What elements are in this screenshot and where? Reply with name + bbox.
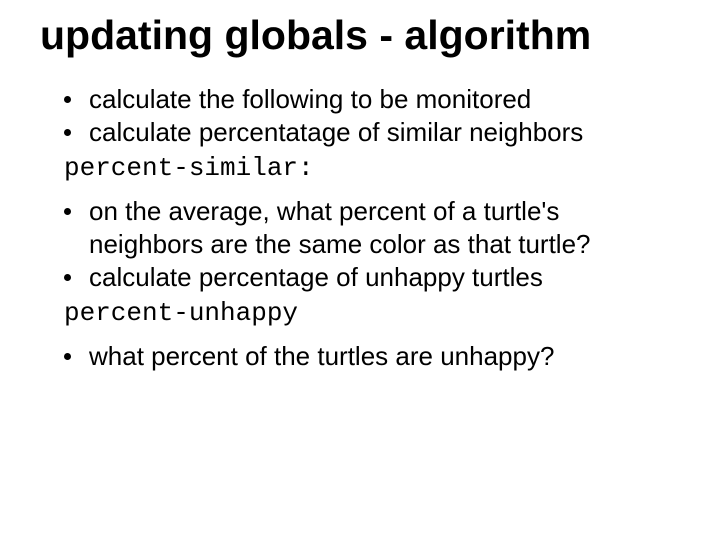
bullet-item: on the average, what percent of a turtle…	[40, 195, 680, 262]
bullet-text: on the average, what percent of a turtle…	[89, 195, 680, 262]
bullet-item: calculate percentatage of similar neighb…	[40, 116, 680, 149]
bullet-icon	[64, 96, 71, 103]
code-line: percent-similar:	[40, 152, 680, 185]
bullet-item: calculate percentage of unhappy turtles	[40, 261, 680, 294]
spacer	[40, 187, 680, 195]
bullet-icon	[64, 129, 71, 136]
bullet-text: calculate the following to be monitored	[89, 83, 680, 116]
bullet-item: calculate the following to be monitored	[40, 83, 680, 116]
bullet-text: what percent of the turtles are unhappy?	[89, 340, 680, 373]
slide: updating globals - algorithm calculate t…	[0, 0, 720, 373]
slide-title: updating globals - algorithm	[40, 12, 680, 59]
slide-body: calculate the following to be monitored …	[40, 83, 680, 373]
bullet-text: calculate percentatage of similar neighb…	[89, 116, 680, 149]
code-line: percent-unhappy	[40, 297, 680, 330]
bullet-icon	[64, 274, 71, 281]
bullet-item: what percent of the turtles are unhappy?	[40, 340, 680, 373]
bullet-icon	[64, 208, 71, 215]
bullet-icon	[64, 353, 71, 360]
spacer	[40, 332, 680, 340]
bullet-text: calculate percentage of unhappy turtles	[89, 261, 680, 294]
